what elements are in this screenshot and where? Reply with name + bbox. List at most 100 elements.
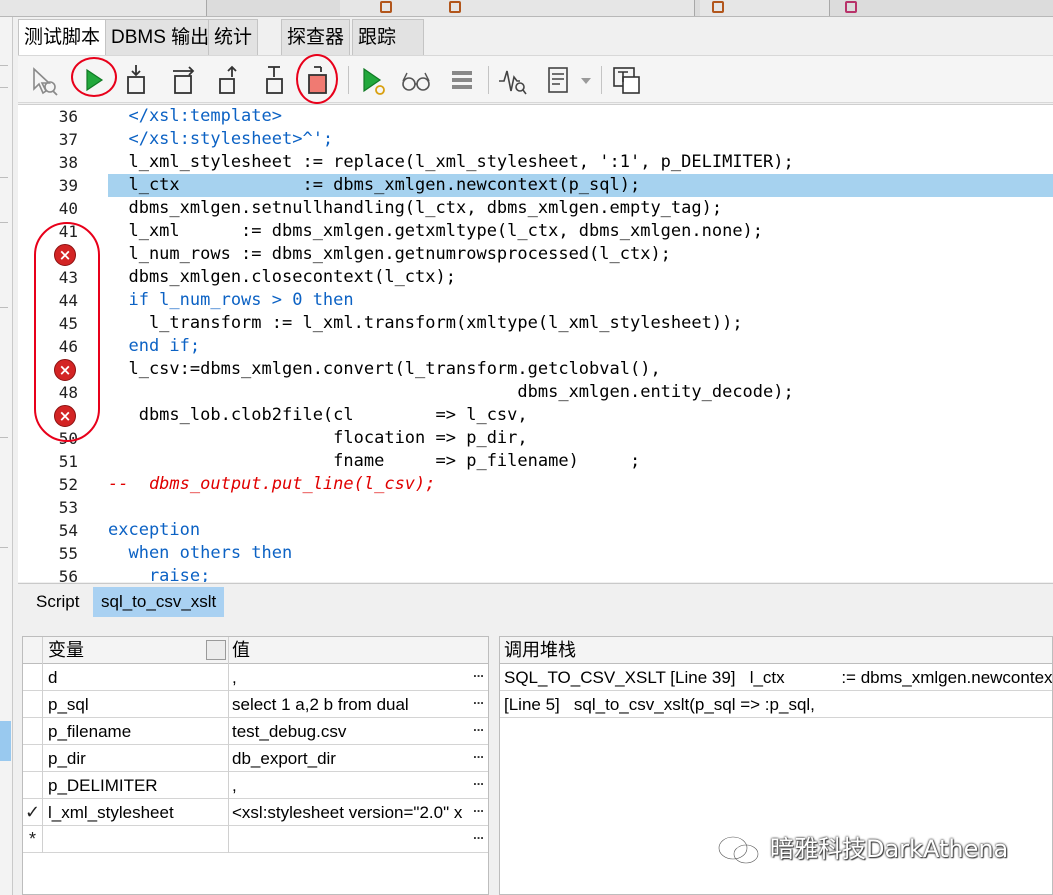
tab-trace[interactable]: 跟踪 (352, 19, 424, 55)
compile-run-icon[interactable] (358, 63, 390, 97)
variable-name-cell[interactable]: l_xml_stylesheet (44, 799, 229, 826)
code-line[interactable]: 38 l_xml_stylesheet := replace(l_xml_sty… (18, 151, 1053, 174)
variable-name-cell[interactable]: d (44, 664, 229, 691)
ellipsis-button[interactable]: ... (469, 720, 488, 742)
code-line[interactable]: 45 l_transform := l_xml.transform(xmltyp… (18, 312, 1053, 335)
new-row[interactable]: * ... (23, 826, 488, 853)
variable-name-cell[interactable]: p_sql (44, 691, 229, 718)
variable-value-cell[interactable]: test_debug.csv (230, 718, 470, 745)
code-line[interactable]: 53 (18, 496, 1053, 519)
ellipsis-button[interactable]: ... (469, 774, 488, 796)
call-stack-row[interactable]: SQL_TO_CSV_XSLT [Line 39] l_ctx := dbms_… (500, 664, 1052, 691)
table-row[interactable]: p_dir db_export_dir ... (23, 745, 488, 772)
code-line[interactable]: 54 exception (18, 519, 1053, 542)
code-text: l_num_rows := dbms_xmlgen.getnumrowsproc… (108, 244, 671, 264)
variable-value-cell[interactable]: , (230, 664, 470, 691)
tab-sql-to-csv-xslt[interactable]: sql_to_csv_xslt (93, 587, 225, 617)
profile-icon[interactable] (496, 63, 528, 97)
code-text: dbms_xmlgen.entity_decode); (108, 382, 794, 402)
breakpoint-icon[interactable]: × (54, 359, 76, 381)
code-text: l_transform := l_xml.transform(xmltype(l… (108, 313, 743, 333)
tab-dbms-output[interactable]: DBMS 输出 (105, 19, 216, 55)
db-icon (712, 1, 724, 13)
tab-profiler[interactable]: 探查器 (281, 19, 351, 55)
variable-value-cell[interactable]: <xsl:stylesheet version="2.0" x (230, 799, 470, 826)
tab-statistics[interactable]: 统计 (208, 19, 259, 55)
variable-name-cell[interactable] (44, 826, 229, 853)
watch-icon[interactable] (400, 63, 432, 97)
ellipsis-button[interactable]: ... (469, 801, 488, 823)
variable-name-cell[interactable]: p_filename (44, 718, 229, 745)
table-row[interactable]: p_DELIMITER , ... (23, 772, 488, 799)
execute-icon[interactable] (77, 63, 109, 97)
variable-name-cell[interactable]: p_dir (44, 745, 229, 772)
code-line[interactable]: 43 dbms_xmlgen.closecontext(l_ctx); (18, 266, 1053, 289)
line-number: 43 (58, 268, 78, 287)
stop-debug-icon[interactable] (302, 63, 334, 97)
variable-column-header[interactable]: 变量 (44, 637, 229, 664)
column-filter-icon[interactable] (206, 640, 226, 660)
step-out-icon[interactable] (214, 63, 246, 97)
tab-test-script[interactable]: 测试脚本 (18, 19, 107, 56)
variable-value-cell[interactable]: , (230, 772, 470, 799)
code-line[interactable]: 51 fname => p_filename) ; (18, 450, 1053, 473)
breakpoint-icon[interactable]: × (54, 244, 76, 266)
code-line[interactable]: 44 if l_num_rows > 0 then (18, 289, 1053, 312)
code-text: exception (108, 520, 201, 540)
variable-name-cell[interactable]: p_DELIMITER (44, 772, 229, 799)
table-row[interactable]: ✓ l_xml_stylesheet <xsl:stylesheet versi… (23, 799, 488, 826)
code-line[interactable]: 56 raise; (18, 565, 1053, 582)
current-execution-line[interactable]: 39 l_ctx := dbms_xmlgen.newcontext(p_sql… (18, 174, 1053, 197)
row-marker (23, 745, 43, 772)
code-text: end if; (108, 336, 201, 356)
step-over-icon[interactable] (168, 63, 200, 97)
code-line[interactable]: 41 l_xml := dbms_xmlgen.getxmltype(l_ctx… (18, 220, 1053, 243)
code-line[interactable]: × l_num_rows := dbms_xmlgen.getnumrowspr… (18, 243, 1053, 266)
code-line[interactable]: 37 </xsl:stylesheet>^'; (18, 128, 1053, 151)
code-line[interactable]: 55 when others then (18, 542, 1053, 565)
left-panel-selection (0, 721, 11, 761)
variable-value-cell[interactable]: db_export_dir (230, 745, 470, 772)
breakpoint-icon[interactable]: × (54, 405, 76, 427)
code-line[interactable]: 36 </xsl:template> (18, 105, 1053, 128)
dropdown-icon[interactable] (576, 63, 596, 97)
tab-script[interactable]: Script (28, 587, 87, 617)
line-number: 44 (58, 291, 78, 310)
row-marker (23, 664, 43, 691)
ellipsis-button[interactable]: ... (469, 666, 488, 688)
test-window-tabs: 测试脚本 DBMS 输出 统计 探查器 跟踪 (18, 17, 1053, 56)
row-marker (23, 772, 43, 799)
report-icon[interactable] (542, 63, 574, 97)
table-row[interactable]: p_sql select 1 a,2 b from dual ... (23, 691, 488, 718)
step-into-icon[interactable] (121, 63, 153, 97)
variable-value-cell[interactable] (230, 826, 470, 853)
code-comment: -- dbms_output.put_line(l_csv); (108, 474, 436, 494)
code-line[interactable]: 40 dbms_xmlgen.setnullhandling(l_ctx, db… (18, 197, 1053, 220)
ellipsis-button[interactable]: ... (469, 747, 488, 769)
row-marker-header (23, 637, 43, 664)
code-line[interactable]: 48 dbms_xmlgen.entity_decode); (18, 381, 1053, 404)
toolbar-separator (601, 66, 602, 94)
select-cursor-icon[interactable] (28, 63, 60, 97)
window-tab[interactable] (0, 0, 207, 16)
db-icon (380, 1, 392, 13)
table-row[interactable]: d , ... (23, 664, 488, 691)
code-line[interactable]: × l_csv:=dbms_xmlgen.convert(l_transform… (18, 358, 1053, 381)
call-stack-row[interactable]: [Line 5] sql_to_csv_xslt(p_sql => :p_sql… (500, 691, 1052, 718)
code-editor[interactable]: 36 </xsl:template> 37 </xsl:stylesheet>^… (18, 104, 1053, 582)
ellipsis-button[interactable]: ... (469, 693, 488, 715)
ellipsis-button[interactable]: ... (469, 828, 488, 850)
code-line[interactable]: 46 end if; (18, 335, 1053, 358)
value-column-header[interactable]: 值 (230, 637, 470, 664)
stack-icon[interactable] (446, 63, 478, 97)
text-output-icon[interactable] (611, 63, 643, 97)
code-line[interactable]: × dbms_lob.clob2file(cl => l_csv, (18, 404, 1053, 427)
run-to-exception-icon[interactable] (259, 63, 291, 97)
wechat-logo-icon (717, 835, 760, 865)
table-row[interactable]: p_filename test_debug.csv ... (23, 718, 488, 745)
code-text: </xsl:template> (108, 106, 282, 126)
window-tab[interactable] (340, 0, 695, 16)
code-line[interactable]: 50 flocation => p_dir, (18, 427, 1053, 450)
variable-value-cell[interactable]: select 1 a,2 b from dual (230, 691, 470, 718)
code-line[interactable]: 52 -- dbms_output.put_line(l_csv); (18, 473, 1053, 496)
